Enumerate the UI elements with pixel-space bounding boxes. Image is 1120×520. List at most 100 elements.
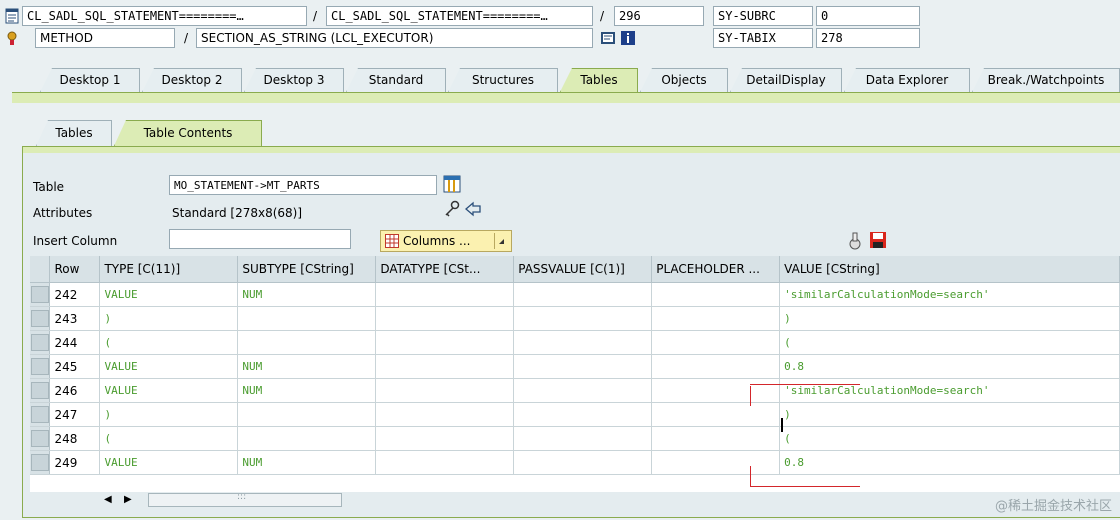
column-header-subtype[interactable]: SUBTYPE [CString]: [237, 256, 377, 283]
column-header-row[interactable]: Row: [49, 256, 101, 283]
cell-passvalue[interactable]: [513, 282, 653, 307]
cell-placeholder[interactable]: [651, 450, 781, 475]
subtab-tables[interactable]: Tables: [36, 120, 112, 146]
key-icon[interactable]: [443, 200, 461, 218]
cell-placeholder[interactable]: [651, 378, 781, 403]
column-header-placeholder[interactable]: PLACEHOLDER ...: [651, 256, 781, 283]
column-header-type[interactable]: TYPE [C(11)]: [99, 256, 239, 283]
cell-passvalue[interactable]: [513, 402, 653, 427]
table-row[interactable]: 248 ( (: [30, 426, 1120, 451]
table-row[interactable]: 246 VALUE NUM 'similarCalculationMode=se…: [30, 378, 1120, 403]
cell-value[interactable]: 0.8: [779, 450, 1120, 475]
program-field-2[interactable]: CL_SADL_SQL_STATEMENT========…: [326, 6, 593, 26]
cell-placeholder[interactable]: [651, 306, 781, 331]
cell-value[interactable]: 'similarCalculationMode=search': [779, 282, 1120, 307]
row-selector[interactable]: [30, 426, 51, 451]
cell-datatype[interactable]: [375, 378, 515, 403]
navigate-icon[interactable]: [464, 200, 482, 218]
column-header-passvalue[interactable]: PASSVALUE [C(1)]: [513, 256, 653, 283]
type-field[interactable]: METHOD: [35, 28, 175, 48]
table-name-input[interactable]: MO_STATEMENT->MT_PARTS: [169, 175, 437, 195]
row-selector[interactable]: [30, 402, 51, 427]
tab-data-explorer[interactable]: Data Explorer: [844, 68, 970, 92]
cell-value[interactable]: (: [779, 330, 1120, 355]
tab-detail-display[interactable]: DetailDisplay: [730, 68, 842, 92]
cell-passvalue[interactable]: [513, 354, 653, 379]
column-header-datatype[interactable]: DATATYPE [CSt...: [375, 256, 515, 283]
cell-passvalue[interactable]: [513, 330, 653, 355]
row-selector[interactable]: [30, 378, 51, 403]
column-header-value[interactable]: VALUE [CString]: [779, 256, 1120, 283]
scroll-right-icon[interactable]: ▶: [124, 494, 132, 505]
cell-subtype[interactable]: [237, 426, 377, 451]
cell-placeholder[interactable]: [651, 354, 781, 379]
cell-value[interactable]: 'similarCalculationMode=search': [779, 378, 1120, 403]
tab-tables[interactable]: Tables: [560, 68, 638, 92]
cell-placeholder[interactable]: [651, 402, 781, 427]
scroll-left-icon[interactable]: ◀: [104, 494, 112, 505]
cell-datatype[interactable]: [375, 402, 515, 427]
table-row[interactable]: 244 ( (: [30, 330, 1120, 355]
cell-passvalue[interactable]: [513, 450, 653, 475]
row-selector[interactable]: [30, 306, 51, 331]
cell-subtype[interactable]: [237, 402, 377, 427]
cell-type[interactable]: (: [99, 426, 239, 451]
row-selector[interactable]: [30, 354, 51, 379]
cell-datatype[interactable]: [375, 282, 515, 307]
cell-subtype[interactable]: NUM: [237, 282, 377, 307]
scroll-thumb[interactable]: :::: [148, 492, 342, 507]
table-row[interactable]: 242 VALUE NUM 'similarCalculationMode=se…: [30, 282, 1120, 307]
tab-break-watchpoints[interactable]: Break./Watchpoints: [972, 68, 1120, 92]
cell-subtype[interactable]: NUM: [237, 378, 377, 403]
cell-subtype[interactable]: NUM: [237, 450, 377, 475]
tab-desktop-3[interactable]: Desktop 3: [244, 68, 344, 92]
cell-value[interactable]: ): [779, 402, 1120, 427]
program-field-1[interactable]: CL_SADL_SQL_STATEMENT========…: [22, 6, 307, 26]
line-number-field[interactable]: 296: [614, 6, 704, 26]
cell-datatype[interactable]: [375, 306, 515, 331]
cell-subtype[interactable]: [237, 306, 377, 331]
info-icon[interactable]: [620, 30, 636, 46]
tab-structures[interactable]: Structures: [448, 68, 558, 92]
cell-value[interactable]: ): [779, 306, 1120, 331]
cell-type[interactable]: ): [99, 402, 239, 427]
row-selector[interactable]: [30, 282, 51, 307]
cell-type[interactable]: VALUE: [99, 450, 239, 475]
method-field[interactable]: SECTION_AS_STRING (LCL_EXECUTOR): [196, 28, 593, 48]
tab-desktop-2[interactable]: Desktop 2: [142, 68, 242, 92]
cell-value[interactable]: 0.8: [779, 354, 1120, 379]
cell-type[interactable]: (: [99, 330, 239, 355]
cell-placeholder[interactable]: [651, 330, 781, 355]
table-row[interactable]: 243 ) ): [30, 306, 1120, 331]
tab-objects[interactable]: Objects: [640, 68, 728, 92]
cell-placeholder[interactable]: [651, 426, 781, 451]
cell-type[interactable]: VALUE: [99, 378, 239, 403]
tab-desktop-1[interactable]: Desktop 1: [40, 68, 140, 92]
cell-datatype[interactable]: [375, 450, 515, 475]
table-row[interactable]: 247 ) ): [30, 402, 1120, 427]
columns-button[interactable]: Columns ...: [380, 230, 512, 252]
table-view-icon[interactable]: [443, 175, 461, 193]
cell-datatype[interactable]: [375, 354, 515, 379]
row-selector[interactable]: [30, 330, 51, 355]
subtab-table-contents[interactable]: Table Contents: [114, 120, 262, 146]
print-icon[interactable]: [848, 232, 862, 250]
save-icon[interactable]: [869, 231, 887, 249]
table-row[interactable]: 245 VALUE NUM 0.8: [30, 354, 1120, 379]
columns-dropdown-icon[interactable]: [494, 233, 509, 249]
cell-passvalue[interactable]: [513, 378, 653, 403]
cell-subtype[interactable]: [237, 330, 377, 355]
cell-passvalue[interactable]: [513, 306, 653, 331]
cell-placeholder[interactable]: [651, 282, 781, 307]
insert-column-input[interactable]: [169, 229, 351, 249]
table-row[interactable]: 249 VALUE NUM 0.8: [30, 450, 1120, 475]
horizontal-scrollbar[interactable]: ◀ ▶ :::: [96, 492, 346, 510]
cell-passvalue[interactable]: [513, 426, 653, 451]
cell-value[interactable]: (: [779, 426, 1120, 451]
cell-type[interactable]: VALUE: [99, 282, 239, 307]
cell-type[interactable]: ): [99, 306, 239, 331]
tab-standard[interactable]: Standard: [346, 68, 446, 92]
cell-datatype[interactable]: [375, 426, 515, 451]
cell-type[interactable]: VALUE: [99, 354, 239, 379]
cell-subtype[interactable]: NUM: [237, 354, 377, 379]
